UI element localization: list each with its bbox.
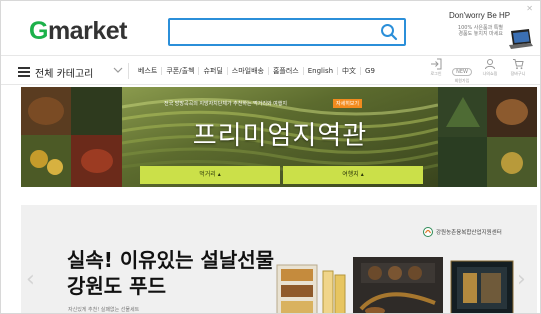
user-utilities: 로그인 NEW 회원가입 나의쇼핑 장바구니	[425, 58, 537, 84]
signup-button[interactable]: NEW 회원가입	[451, 58, 473, 84]
premium-region-banner[interactable]: 전국 방방곡곡의 지방자치단체가 추천하는 먹거리와 여행지 자세히보기 프리미…	[21, 87, 537, 187]
ad-sub-line2: 경품도 놓치지 마세요	[458, 31, 503, 37]
nav-item-best[interactable]: 베스트	[138, 66, 157, 76]
search-input[interactable]	[170, 20, 375, 44]
ad-title: Don'worry Be HP	[449, 11, 511, 20]
nav-item-homeplus[interactable]: 홈플러스	[273, 66, 299, 76]
all-category-button[interactable]: 전체 카테고리	[18, 65, 94, 80]
tab-travel[interactable]: 여행지 ▴	[283, 166, 423, 184]
login-button[interactable]: 로그인	[425, 58, 447, 84]
triangle-up-icon: ▴	[360, 171, 364, 178]
menu-divider	[226, 67, 228, 75]
hero-subtitle: 전국 방방곡곡의 지방자치단체가 추천하는 먹거리와 여행지	[164, 101, 287, 107]
cart-label: 장바구니	[510, 71, 526, 76]
menu-divider	[302, 67, 304, 75]
chevron-down-icon[interactable]	[113, 66, 123, 74]
my-shopping-label: 나의쇼핑	[482, 71, 498, 76]
new-badge-icon: NEW	[452, 68, 472, 76]
tab-travel-label: 여행지	[342, 171, 359, 178]
gmarket-logo[interactable]: Gmarket	[29, 17, 127, 46]
nav-item-chinese[interactable]: 中文	[342, 66, 356, 76]
menu-divider	[267, 67, 269, 75]
food-photo-left	[21, 87, 122, 187]
menu-divider	[161, 67, 163, 75]
promo-title-line2: 강원도 푸드	[67, 274, 166, 298]
logo-g: G	[29, 17, 48, 45]
nav-item-coupon[interactable]: 쿠폰/출첵	[166, 66, 194, 76]
gift-sets-image	[276, 257, 514, 313]
gangwon-center-logo: 강원농촌융복합산업지원센터	[423, 227, 502, 237]
tab-food-label: 먹거리	[199, 171, 216, 178]
prev-arrow-icon[interactable]: ‹	[26, 269, 35, 291]
menu-divider	[337, 67, 339, 75]
ad-subtext: 100% 사은품과 특별 경품도 놓치지 마세요	[455, 25, 503, 37]
main-nav: 전체 카테고리 베스트 쿠폰/출첵 슈퍼딜 스마일배송 홈플러스 English…	[1, 55, 540, 85]
food-photo-right	[438, 87, 537, 187]
gmarket-page: Gmarket ✕ Don'worry Be HP 100% 사은품과 특별 경…	[0, 0, 541, 314]
cart-button[interactable]: 장바구니	[507, 58, 529, 84]
tab-food[interactable]: 먹거리 ▴	[140, 166, 280, 184]
nav-divider	[128, 63, 129, 79]
gangwon-logo-icon	[423, 227, 433, 237]
promo-logo-text: 강원농촌융복합산업지원센터	[436, 230, 502, 236]
triangle-up-icon: ▴	[217, 171, 221, 178]
gangwon-food-promo[interactable]: ‹ › 강원농촌융복합산업지원센터 실속! 이유있는 설날선물 강원도 푸드 자…	[21, 205, 537, 313]
nav-item-english[interactable]: English	[308, 67, 333, 75]
menu-divider	[198, 67, 200, 75]
user-icon	[485, 59, 495, 70]
nav-item-g9[interactable]: G9	[365, 67, 375, 75]
nav-item-superdeal[interactable]: 슈퍼딜	[203, 66, 222, 76]
nav-item-smile-delivery[interactable]: 스마일배송	[232, 66, 264, 76]
promo-title-line1: 실속! 이유있는 설날선물	[67, 248, 275, 272]
search-icon[interactable]	[380, 23, 398, 41]
hp-ad-banner[interactable]: ✕ Don'worry Be HP 100% 사은품과 특별 경품도 놓치지 마…	[449, 4, 535, 51]
menu-divider	[360, 67, 362, 75]
search-box	[168, 18, 406, 46]
my-shopping-button[interactable]: 나의쇼핑	[479, 58, 501, 84]
hamburger-icon	[18, 67, 30, 77]
laptop-icon	[509, 29, 533, 49]
site-header: Gmarket ✕ Don'worry Be HP 100% 사은품과 특별 경…	[1, 1, 540, 55]
hero-title: 프리미엄지역관	[192, 121, 368, 151]
category-label: 전체 카테고리	[35, 68, 94, 80]
promo-subtitle: 자신있게 추천! 실패없는 선물세트	[68, 307, 140, 313]
close-icon[interactable]: ✕	[526, 4, 533, 13]
hero-more-badge[interactable]: 자세히보기	[333, 99, 363, 108]
login-icon	[431, 58, 442, 70]
cart-icon	[513, 59, 524, 70]
login-label: 로그인	[430, 71, 442, 76]
signup-label: 회원가입	[454, 78, 470, 83]
next-arrow-icon[interactable]: ›	[517, 269, 526, 291]
logo-text: market	[47, 17, 128, 45]
nav-menu: 베스트 쿠폰/출첵 슈퍼딜 스마일배송 홈플러스 English 中文 G9	[138, 66, 375, 76]
